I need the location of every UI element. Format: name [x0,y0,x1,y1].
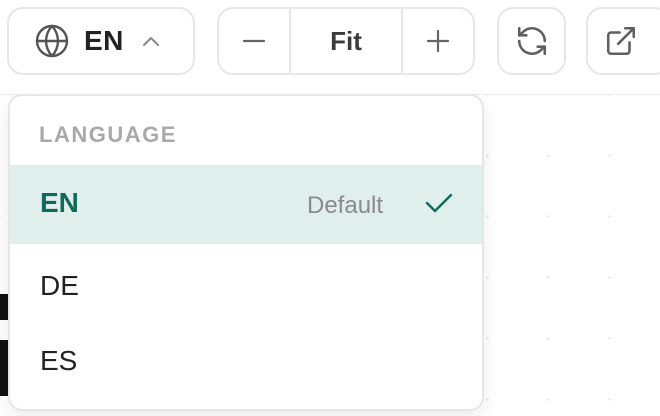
language-dropdown: LANGUAGE EN Default DE ES [8,94,484,411]
open-external-button[interactable] [586,7,660,75]
plus-icon [426,29,450,53]
language-button[interactable]: EN [7,7,195,75]
refresh-icon [517,26,546,56]
zoom-out-button[interactable] [219,9,291,73]
zoom-fit-button[interactable]: Fit [291,9,403,73]
refresh-button[interactable] [497,7,566,75]
option-label: ES [40,345,78,376]
language-option-de[interactable]: DE [10,246,482,322]
option-label: EN [40,187,79,218]
check-icon [425,193,453,213]
external-link-icon [606,26,636,56]
toolbar: EN Fit [0,0,660,95]
current-language-label: EN [84,25,124,56]
language-option-es[interactable]: ES [10,324,482,400]
chevron-up-icon [142,37,159,46]
minus-icon [242,39,266,43]
dropdown-heading: LANGUAGE [39,122,177,147]
option-label: DE [40,270,79,301]
language-option-en[interactable]: EN Default [10,165,482,244]
globe-icon [35,24,69,58]
zoom-control: Fit [217,7,475,75]
zoom-in-button[interactable] [403,9,473,73]
default-note: Default [307,192,384,219]
